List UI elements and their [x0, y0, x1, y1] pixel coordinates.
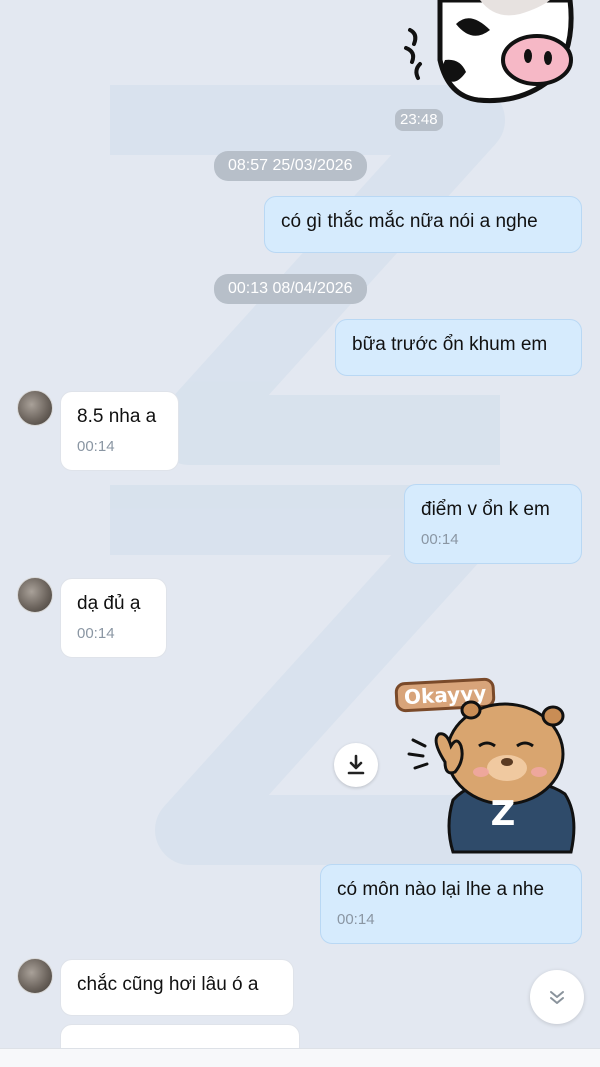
- message-time: 00:14: [337, 911, 375, 928]
- message-bubble[interactable]: có môn nào lại lhe a nhe 00:14: [320, 864, 582, 944]
- message-text: bữa trước ổn khum em: [352, 334, 548, 355]
- message-text: điểm v ổn k em: [421, 499, 550, 520]
- message-bubble[interactable]: chắc cũng hơi lâu ó a: [60, 959, 294, 1016]
- date-separator: 08:57 25/03/2026: [214, 151, 367, 181]
- avatar[interactable]: [17, 390, 53, 426]
- message-bubble[interactable]: dạ đủ ạ 00:14: [60, 578, 167, 658]
- date-separator: 00:13 08/04/2026: [214, 274, 367, 304]
- capybara-sticker[interactable]: Okayyy Z: [394, 676, 585, 856]
- message-bubble[interactable]: bữa trước ổn khum em: [335, 319, 582, 376]
- message-bubble[interactable]: điểm v ổn k em 00:14: [404, 484, 582, 564]
- message-bubble[interactable]: 8.5 nha a 00:14: [60, 391, 179, 471]
- download-button[interactable]: [334, 743, 378, 787]
- message-text: có môn nào lại lhe a nhe: [337, 879, 545, 900]
- message-text: 8.5 nha a: [77, 406, 157, 427]
- input-bar[interactable]: [0, 1048, 600, 1067]
- message-time: 00:14: [421, 531, 459, 548]
- double-chevron-down-icon: [550, 991, 564, 1004]
- scroll-to-bottom-button[interactable]: [530, 970, 584, 1024]
- avatar[interactable]: [17, 958, 53, 994]
- message-time: 00:14: [77, 438, 115, 455]
- sticker-shirt-letter: Z: [490, 794, 516, 834]
- cow-sticker[interactable]: [400, 0, 580, 108]
- message-time: 00:14: [77, 625, 115, 642]
- download-icon: [347, 754, 365, 775]
- message-text: chắc cũng hơi lâu ó a: [77, 974, 259, 995]
- message-bubble[interactable]: có gì thắc mắc nữa nói a nghe: [264, 196, 582, 253]
- avatar[interactable]: [17, 577, 53, 613]
- sticker-time: 23:48: [395, 109, 443, 131]
- message-text: dạ đủ ạ: [77, 593, 141, 614]
- message-text: có gì thắc mắc nữa nói a nghe: [281, 211, 538, 232]
